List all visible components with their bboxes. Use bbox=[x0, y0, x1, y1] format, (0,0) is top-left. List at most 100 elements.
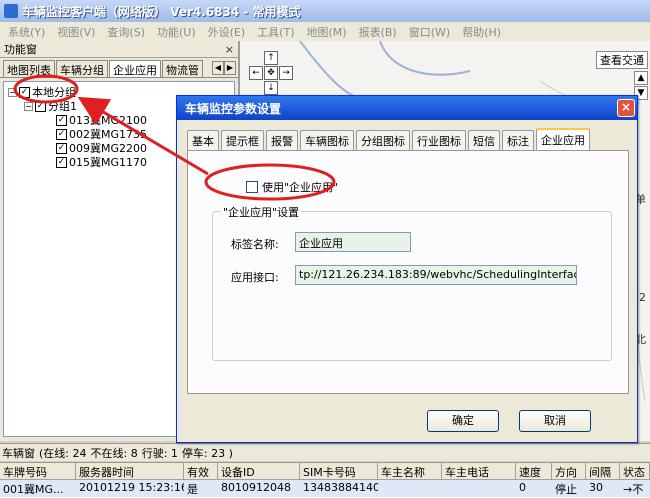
tab-vehicle-group[interactable]: 车辆分组 bbox=[56, 60, 108, 77]
menu-query[interactable]: 查询(S) bbox=[101, 24, 151, 40]
column-header[interactable]: 车牌号码 bbox=[0, 463, 76, 480]
dialog-title: 车辆监控参数设置 bbox=[185, 101, 282, 116]
vehicle-window-status: 车辆窗 (在线: 24 不在线: 8 行驶: 1 停车: 23 ) bbox=[0, 443, 650, 461]
tab-tooltip[interactable]: 提示框 bbox=[221, 130, 264, 150]
tab-sms[interactable]: 短信 bbox=[468, 130, 500, 150]
table-cell: 001冀MG... bbox=[3, 483, 64, 496]
tab-industry-icon[interactable]: 行业图标 bbox=[412, 130, 466, 150]
table-cell: 8010912048 bbox=[221, 481, 291, 494]
label-name-input[interactable]: 企业应用 bbox=[295, 232, 411, 252]
column-header[interactable]: 速度 bbox=[516, 463, 552, 480]
table-cell: 停止 bbox=[555, 483, 577, 496]
label-name-caption: 标签名称: bbox=[231, 238, 279, 251]
table-cell bbox=[442, 480, 516, 497]
enterprise-app-settings-group: "企业应用"设置 标签名称: 企业应用 应用接口: tp://121.26.23… bbox=[212, 204, 612, 361]
collapse-icon[interactable]: − bbox=[8, 87, 17, 97]
parked-count: 停车: 23 ) bbox=[181, 446, 233, 460]
column-header[interactable]: 设备ID bbox=[218, 463, 300, 480]
tab-group-icon[interactable]: 分组图标 bbox=[356, 130, 410, 150]
function-panel-title: 功能窗 bbox=[4, 43, 37, 56]
tab-logistics[interactable]: 物流管 bbox=[162, 60, 203, 77]
function-panel-tabs: 地图列表 车辆分组 企业应用 物流管 ◀ ▶ bbox=[0, 60, 238, 78]
arrow-left-icon[interactable]: ← bbox=[249, 66, 263, 80]
vehicle-table: 车牌号码 服务器时间 有效 设备ID SIM卡号码 车主名称 车主电话 速度 方… bbox=[0, 462, 650, 498]
tab-marker[interactable]: 标注 bbox=[502, 130, 534, 150]
table-header: 车牌号码 服务器时间 有效 设备ID SIM卡号码 车主名称 车主电话 速度 方… bbox=[0, 463, 650, 480]
arrow-down-icon[interactable]: ↓ bbox=[264, 81, 278, 95]
table-cell bbox=[378, 480, 442, 497]
menu-system[interactable]: 系统(Y) bbox=[2, 24, 51, 40]
tab-enterprise-app[interactable]: 企业应用 bbox=[109, 60, 161, 77]
window-title: 车辆监控客户端（网络版） Ver4.6834 - 常用模式 bbox=[22, 4, 301, 19]
tree-vehicle-label: 015冀MG1170 bbox=[69, 156, 148, 169]
tab-map-list[interactable]: 地图列表 bbox=[3, 60, 55, 77]
menu-help[interactable]: 帮助(H) bbox=[456, 24, 507, 40]
tree-vehicle[interactable]: ✓ 015冀MG1170 bbox=[56, 154, 147, 170]
traffic-button[interactable]: 查看交通 bbox=[596, 51, 648, 69]
menu-bar: 系统(Y) 视图(V) 查询(S) 功能(U) 外设(E) 工具(T) 地图(M… bbox=[0, 22, 650, 41]
column-header[interactable]: SIM卡号码 bbox=[300, 463, 378, 480]
menu-map[interactable]: 地图(M) bbox=[301, 24, 353, 40]
enterprise-app-panel: 使用"企业应用" "企业应用"设置 标签名称: 企业应用 应用接口: tp://… bbox=[187, 150, 629, 394]
function-panel-header: 功能窗 × bbox=[0, 41, 238, 58]
menu-function[interactable]: 功能(U) bbox=[151, 24, 202, 40]
column-header[interactable]: 间隔 bbox=[586, 463, 620, 480]
column-header[interactable]: 方向 bbox=[552, 463, 586, 480]
checkbox-checked-icon[interactable]: ✓ bbox=[56, 156, 67, 168]
ok-button[interactable]: 确定 bbox=[427, 410, 499, 432]
online-count: (在线: 24 bbox=[39, 446, 87, 460]
chevron-left-icon[interactable]: ◀ bbox=[212, 61, 224, 75]
table-cell: 20101219 15:23:16 bbox=[79, 481, 184, 494]
checkbox-checked-icon[interactable]: ✓ bbox=[56, 142, 67, 154]
checkbox-checked-icon[interactable]: ✓ bbox=[19, 86, 30, 98]
use-enterprise-app-checkbox[interactable]: 使用"企业应用" bbox=[246, 179, 338, 195]
menu-window[interactable]: 窗口(W) bbox=[403, 24, 456, 40]
arrow-right-icon[interactable]: → bbox=[279, 66, 293, 80]
map-label: 2 bbox=[639, 291, 646, 304]
table-cell: 13483884140 bbox=[303, 481, 378, 494]
table-cell: →不 bbox=[623, 483, 644, 496]
group-title: "企业应用"设置 bbox=[221, 204, 302, 220]
api-url-input[interactable]: tp://121.26.234.183:89/webvhc/Scheduling… bbox=[295, 265, 577, 285]
zoom-control-icon[interactable]: ▲ bbox=[634, 71, 648, 85]
center-icon[interactable]: ✥ bbox=[264, 66, 278, 80]
table-cell: 是 bbox=[187, 483, 198, 496]
tab-basic[interactable]: 基本 bbox=[187, 130, 219, 150]
column-header[interactable]: 车主电话 bbox=[442, 463, 516, 480]
column-header[interactable]: 服务器时间 bbox=[76, 463, 184, 480]
column-header[interactable]: 有效 bbox=[184, 463, 218, 480]
vehicle-window-title: 车辆窗 bbox=[2, 446, 35, 460]
close-icon[interactable]: × bbox=[617, 99, 635, 117]
app-icon bbox=[4, 4, 18, 18]
column-header[interactable]: 状态 bbox=[620, 463, 650, 480]
dialog-tabs: 基本 提示框 报警 车辆图标 分组图标 行业图标 短信 标注 企业应用 bbox=[187, 128, 592, 150]
table-cell: 0 bbox=[519, 481, 526, 494]
tab-enterprise-app[interactable]: 企业应用 bbox=[536, 128, 590, 150]
menu-tools[interactable]: 工具(T) bbox=[251, 24, 300, 40]
collapse-icon[interactable]: − bbox=[24, 101, 33, 111]
settings-dialog: 车辆监控参数设置 × 基本 提示框 报警 车辆图标 分组图标 行业图标 短信 标… bbox=[176, 95, 638, 443]
chevron-right-icon[interactable]: ▶ bbox=[224, 61, 236, 75]
arrow-up-icon[interactable]: ↑ bbox=[264, 51, 278, 65]
tab-scroll-arrows: ◀ ▶ bbox=[212, 61, 236, 75]
checkbox-checked-icon[interactable]: ✓ bbox=[35, 100, 46, 112]
cancel-button[interactable]: 取消 bbox=[519, 410, 591, 432]
offline-count: 不在线: 8 bbox=[90, 446, 138, 460]
api-caption: 应用接口: bbox=[231, 271, 279, 284]
dialog-titlebar[interactable]: 车辆监控参数设置 × bbox=[177, 96, 637, 120]
tab-vehicle-icon[interactable]: 车辆图标 bbox=[300, 130, 354, 150]
table-cell: 30 bbox=[589, 481, 603, 494]
menu-peripheral[interactable]: 外设(E) bbox=[202, 24, 252, 40]
table-row[interactable]: 001冀MG... 20101219 15:23:16 是 8010912048… bbox=[0, 480, 650, 497]
close-icon[interactable]: × bbox=[225, 43, 234, 56]
main-titlebar: 车辆监控客户端（网络版） Ver4.6834 - 常用模式 bbox=[0, 0, 650, 22]
checkbox-checked-icon[interactable]: ✓ bbox=[56, 128, 67, 140]
checkbox-checked-icon[interactable]: ✓ bbox=[56, 114, 67, 126]
menu-view[interactable]: 视图(V) bbox=[51, 24, 101, 40]
checkbox-unchecked-icon[interactable] bbox=[246, 181, 258, 193]
menu-report[interactable]: 报表(B) bbox=[353, 24, 403, 40]
driving-count: 行驶: 1 bbox=[141, 446, 178, 460]
column-header[interactable]: 车主名称 bbox=[378, 463, 442, 480]
tab-alarm[interactable]: 报警 bbox=[266, 130, 298, 150]
checkbox-label: 使用"企业应用" bbox=[262, 181, 339, 194]
